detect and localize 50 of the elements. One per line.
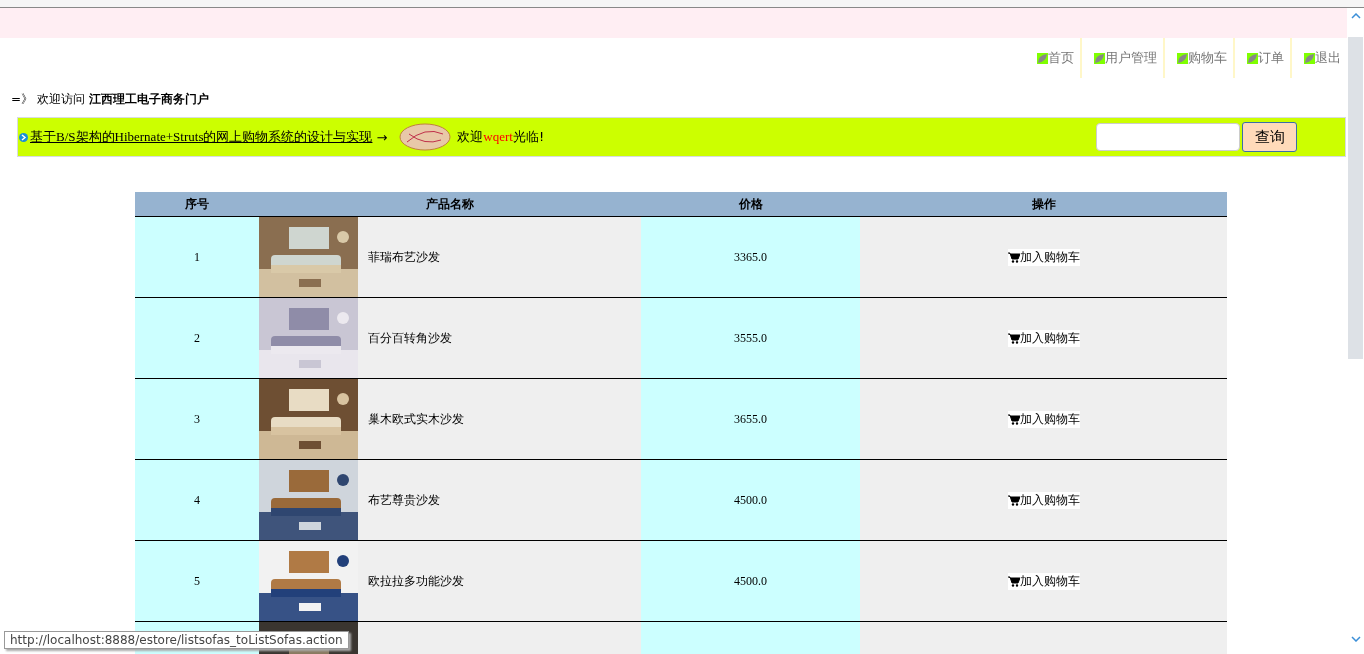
table-cell: 3655.0 bbox=[641, 379, 860, 460]
table-cell: 5 bbox=[135, 541, 259, 622]
greeting-text: 欢迎wqert光临! bbox=[457, 128, 545, 146]
column-header: 序号 bbox=[135, 192, 259, 217]
scroll-thumb[interactable] bbox=[1348, 37, 1363, 359]
leaf-icon bbox=[1304, 52, 1315, 64]
project-link[interactable]: 基于B/S架构的Hibernate+Struts的网上购物系统的设计与实现 bbox=[30, 128, 373, 146]
product-name: 布艺尊贵沙发 bbox=[368, 491, 440, 509]
leaf-icon bbox=[1247, 52, 1258, 64]
leaf-icon bbox=[1094, 52, 1105, 64]
add-to-cart-link[interactable]: 加入购物车 bbox=[1007, 410, 1080, 428]
scroll-up-icon[interactable] bbox=[1350, 13, 1361, 19]
table-cell: 1 bbox=[135, 217, 259, 298]
nav-link[interactable]: 购物车 bbox=[1163, 38, 1233, 78]
leaf-icon bbox=[1037, 52, 1048, 64]
add-to-cart-link[interactable]: 加入购物车 bbox=[1007, 491, 1080, 509]
table-cell: 3365.0 bbox=[641, 217, 860, 298]
search-field[interactable] bbox=[1096, 123, 1240, 151]
table-cell: 4500.0 bbox=[641, 541, 860, 622]
column-header: 价格 bbox=[641, 192, 860, 217]
cart-icon bbox=[1007, 413, 1020, 425]
table-cell: 2 bbox=[135, 298, 259, 379]
nav-link[interactable]: 用户管理 bbox=[1080, 38, 1163, 78]
product-name: 巢木欧式实木沙发 bbox=[368, 410, 464, 428]
column-header: 操作 bbox=[860, 192, 1227, 217]
column-header: 产品名称 bbox=[259, 192, 641, 217]
add-to-cart-link[interactable]: 加入购物车 bbox=[1007, 248, 1080, 266]
product-name: 欧拉拉多功能沙发 bbox=[368, 572, 464, 590]
nav-link[interactable]: 首页 bbox=[1025, 38, 1080, 78]
cart-icon bbox=[1007, 251, 1020, 263]
table-cell: 4 bbox=[135, 460, 259, 541]
table-cell: 4500.0 bbox=[641, 460, 860, 541]
welcome-text: =》 欢迎访问 江西理工电子商务门户 bbox=[11, 92, 209, 106]
arrow-text: → bbox=[376, 129, 388, 145]
product-name: 菲瑞布艺沙发 bbox=[368, 248, 440, 266]
add-to-cart-link[interactable]: 加入购物车 bbox=[1007, 329, 1080, 347]
status-url: http://localhost:8888/estore/listsofas_toListSofas.action bbox=[4, 631, 349, 649]
scroll-down-icon[interactable] bbox=[1350, 636, 1361, 642]
welcome-badge-icon bbox=[399, 122, 452, 152]
table-cell: 3555.0 bbox=[641, 298, 860, 379]
nav-link[interactable]: 订单 bbox=[1233, 38, 1290, 78]
cart-icon bbox=[1007, 494, 1020, 506]
table-cell: 3 bbox=[135, 379, 259, 460]
search-button[interactable]: 查询 bbox=[1242, 122, 1297, 152]
product-name: 百分百转角沙发 bbox=[368, 329, 452, 347]
add-to-cart-link[interactable]: 加入购物车 bbox=[1007, 572, 1080, 590]
cart-icon bbox=[1007, 332, 1020, 344]
leaf-icon bbox=[1177, 52, 1188, 64]
chevron-icon bbox=[19, 132, 28, 142]
cart-icon bbox=[1007, 575, 1020, 587]
